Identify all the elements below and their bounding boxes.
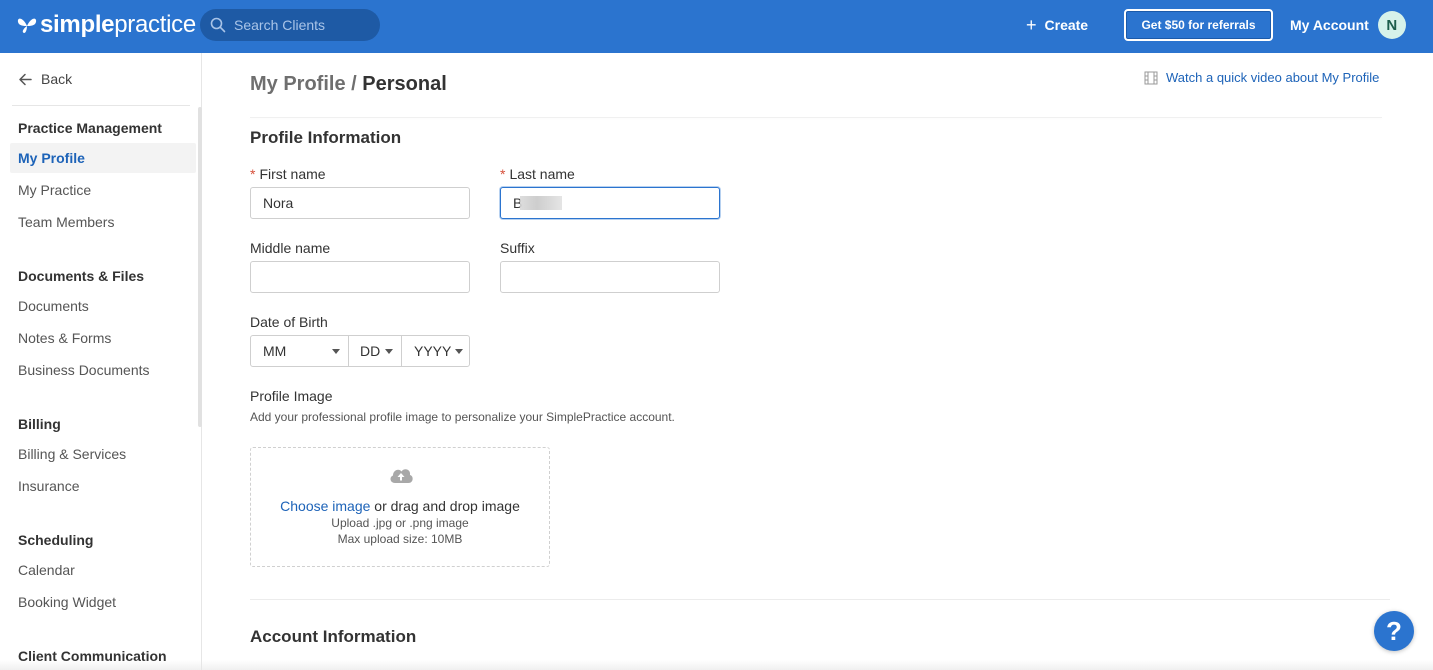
- profile-image-label: Profile Image: [250, 388, 333, 404]
- suffix-field[interactable]: [500, 261, 720, 293]
- sidebar-item-business-documents[interactable]: Business Documents: [18, 362, 150, 378]
- dob-year-value: YYYY: [414, 343, 452, 359]
- redacted-text-blur: [520, 196, 562, 210]
- caret-down-icon: [332, 348, 340, 354]
- watch-video-label: Watch a quick video about My Profile: [1166, 70, 1380, 85]
- main-content: My Profile / Personal Watch a quick vide…: [202, 53, 1433, 670]
- bottom-fade: [0, 660, 1433, 670]
- search-icon: [210, 17, 226, 33]
- top-navigation-bar: simplepractice + Create Get $50 for refe…: [0, 0, 1433, 53]
- brand-name-bold: simple: [40, 11, 115, 38]
- butterfly-logo-icon: [17, 18, 37, 33]
- last-name-label: * Last name: [500, 166, 575, 182]
- search-clients-input[interactable]: [234, 17, 374, 33]
- account-label: My Account: [1290, 17, 1369, 33]
- suffix-label: Suffix: [500, 240, 535, 256]
- plus-icon: +: [1026, 15, 1037, 35]
- cloud-upload-icon: [390, 469, 413, 483]
- simplepractice-logo[interactable]: simple practice: [16, 10, 196, 40]
- required-asterisk: *: [250, 166, 256, 182]
- sidebar-item-notes-forms[interactable]: Notes & Forms: [18, 330, 111, 346]
- sidebar-heading-practice-management: Practice Management: [18, 120, 162, 136]
- middle-name-field[interactable]: [250, 261, 470, 293]
- film-icon: [1144, 71, 1158, 84]
- section-divider: [250, 599, 1390, 600]
- client-search[interactable]: [200, 9, 380, 41]
- back-label: Back: [41, 71, 73, 87]
- image-dropzone[interactable]: Choose image or drag and drop image Uplo…: [250, 447, 550, 567]
- sidebar-heading-documents-files: Documents & Files: [18, 268, 145, 284]
- caret-down-icon: [455, 348, 464, 354]
- max-upload-size: Max upload size: 10MB: [337, 532, 463, 546]
- dob-month-select[interactable]: MM: [251, 336, 348, 366]
- middle-name-label: Middle name: [250, 240, 331, 256]
- dob-day-value: DD: [360, 343, 381, 359]
- upload-format-hint: Upload .jpg or .png image: [331, 516, 469, 530]
- brand-name-light: practice: [114, 11, 196, 38]
- dropzone-instructions: Choose image or drag and drop image: [251, 498, 549, 514]
- page-title: Personal: [362, 73, 447, 95]
- dob-day-select[interactable]: DD: [348, 336, 401, 366]
- drag-drop-text: or drag and drop image: [370, 498, 520, 514]
- dob-month-value: MM: [263, 343, 287, 359]
- header-divider: [250, 117, 1382, 118]
- sidebar-item-my-profile[interactable]: My Profile: [18, 150, 85, 166]
- date-of-birth-selects: MM DD YYYY: [250, 335, 470, 367]
- my-account-menu[interactable]: My Account N: [1290, 11, 1406, 39]
- first-name-field[interactable]: [250, 187, 470, 219]
- dob-year-select[interactable]: YYYY: [401, 336, 469, 366]
- sidebar-heading-scheduling: Scheduling: [18, 532, 94, 548]
- caret-down-icon: [385, 348, 393, 354]
- create-label: Create: [1044, 17, 1089, 33]
- sidebar-item-insurance[interactable]: Insurance: [18, 478, 79, 494]
- sidebar-item-billing-services[interactable]: Billing & Services: [18, 446, 126, 462]
- sidebar-item-documents[interactable]: Documents: [18, 298, 89, 314]
- create-button[interactable]: + Create: [1026, 14, 1088, 36]
- sidebar-heading-billing: Billing: [18, 416, 61, 432]
- breadcrumb: My Profile / Personal: [250, 73, 447, 96]
- back-link[interactable]: Back: [18, 71, 72, 87]
- last-name-label-text: Last name: [509, 166, 575, 182]
- first-name-label: * First name: [250, 166, 326, 182]
- sidebar-item-booking-widget[interactable]: Booking Widget: [18, 594, 116, 610]
- account-information-heading: Account Information: [250, 627, 417, 646]
- settings-sidebar: Back Practice Management My Profile My P…: [0, 53, 202, 670]
- arrow-left-icon: [19, 73, 32, 85]
- avatar[interactable]: N: [1377, 11, 1406, 39]
- referral-button[interactable]: Get $50 for referrals: [1124, 9, 1273, 41]
- profile-image-hint: Add your professional profile image to p…: [250, 410, 675, 424]
- profile-information-heading: Profile Information: [250, 128, 402, 147]
- date-of-birth-label: Date of Birth: [250, 314, 328, 330]
- breadcrumb-parent[interactable]: My Profile /: [250, 73, 357, 95]
- required-asterisk: *: [500, 166, 506, 182]
- choose-image-link[interactable]: Choose image: [280, 498, 370, 514]
- sidebar-item-team-members[interactable]: Team Members: [18, 214, 114, 230]
- sidebar-item-my-practice[interactable]: My Practice: [18, 182, 91, 198]
- sidebar-item-calendar[interactable]: Calendar: [18, 562, 75, 578]
- watch-video-link[interactable]: Watch a quick video about My Profile: [1144, 70, 1379, 85]
- help-button[interactable]: ?: [1374, 611, 1414, 651]
- first-name-label-text: First name: [259, 166, 326, 182]
- sidebar-divider: [12, 105, 190, 106]
